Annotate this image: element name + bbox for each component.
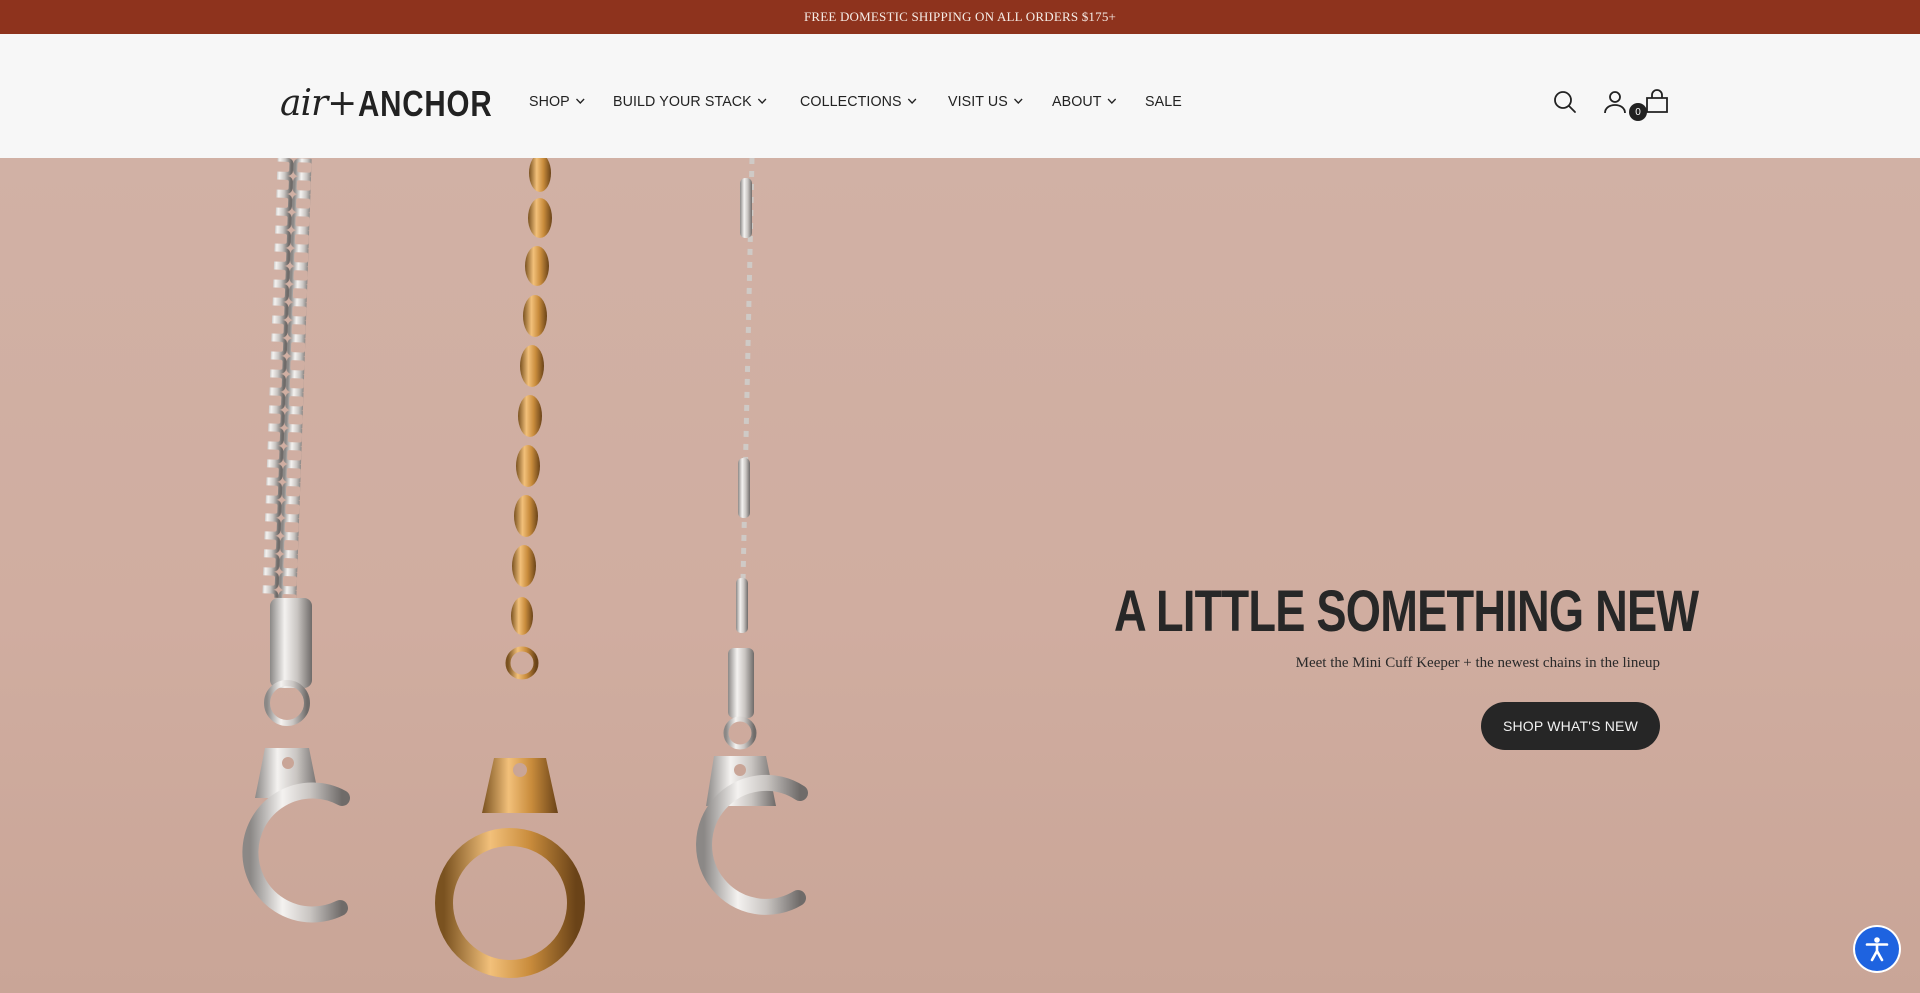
nav-item-shop[interactable]: SHOP [529, 93, 585, 110]
nav-item-build-your-stack[interactable]: BUILD YOUR STACK [613, 93, 767, 110]
logo-script: air+ [280, 83, 357, 124]
nav-item-sale[interactable]: SALE [1145, 93, 1182, 110]
accessibility-icon [1865, 937, 1889, 962]
nav-label: SHOP [529, 92, 570, 110]
hero-banner: A LITTLE SOMETHING NEW Meet the Mini Cuf… [0, 158, 1920, 993]
nav-item-collections[interactable]: COLLECTIONS [800, 93, 917, 110]
account-icon[interactable] [1602, 89, 1628, 115]
chevron-down-icon [1107, 98, 1117, 104]
nav-label: VISIT US [947, 92, 1008, 110]
accessibility-button[interactable] [1855, 927, 1899, 971]
cart-count-badge: 0 [1629, 103, 1647, 121]
chevron-down-icon [575, 98, 585, 104]
nav-label: BUILD YOUR STACK [612, 92, 752, 110]
chevron-down-icon [907, 98, 917, 104]
cart-icon[interactable] [1644, 89, 1670, 115]
nav-label: SALE [1145, 92, 1183, 110]
shop-whats-new-button[interactable]: SHOP WHAT'S NEW [1480, 702, 1660, 750]
announcement-text: FREE DOMESTIC SHIPPING ON ALL ORDERS $17… [803, 9, 1117, 24]
search-icon[interactable] [1552, 89, 1578, 115]
nav-label: COLLECTIONS [800, 92, 902, 110]
logo[interactable]: air+ ANCHOR [280, 82, 522, 122]
nav-item-visit-us[interactable]: VISIT US [948, 93, 1023, 110]
nav-item-about[interactable]: ABOUT [1052, 93, 1117, 110]
hero-image [242, 158, 808, 978]
main-nav: SHOP BUILD YOUR STACK COLLECTIONS VISIT … [529, 89, 1209, 113]
chevron-down-icon [757, 98, 767, 104]
announcement-bar: FREE DOMESTIC SHIPPING ON ALL ORDERS $17… [0, 0, 1920, 34]
hero-title: A LITTLE SOMETHING NEW [1114, 579, 1699, 644]
chevron-down-icon [1014, 98, 1023, 104]
nav-label: ABOUT [1052, 92, 1102, 110]
hero-subtitle: Meet the Mini Cuff Keeper + the newest c… [1295, 655, 1660, 671]
site-header: air+ ANCHOR SHOP BUILD YOUR STACK COLLEC… [0, 34, 1920, 158]
logo-wordmark: ANCHOR [358, 83, 493, 124]
